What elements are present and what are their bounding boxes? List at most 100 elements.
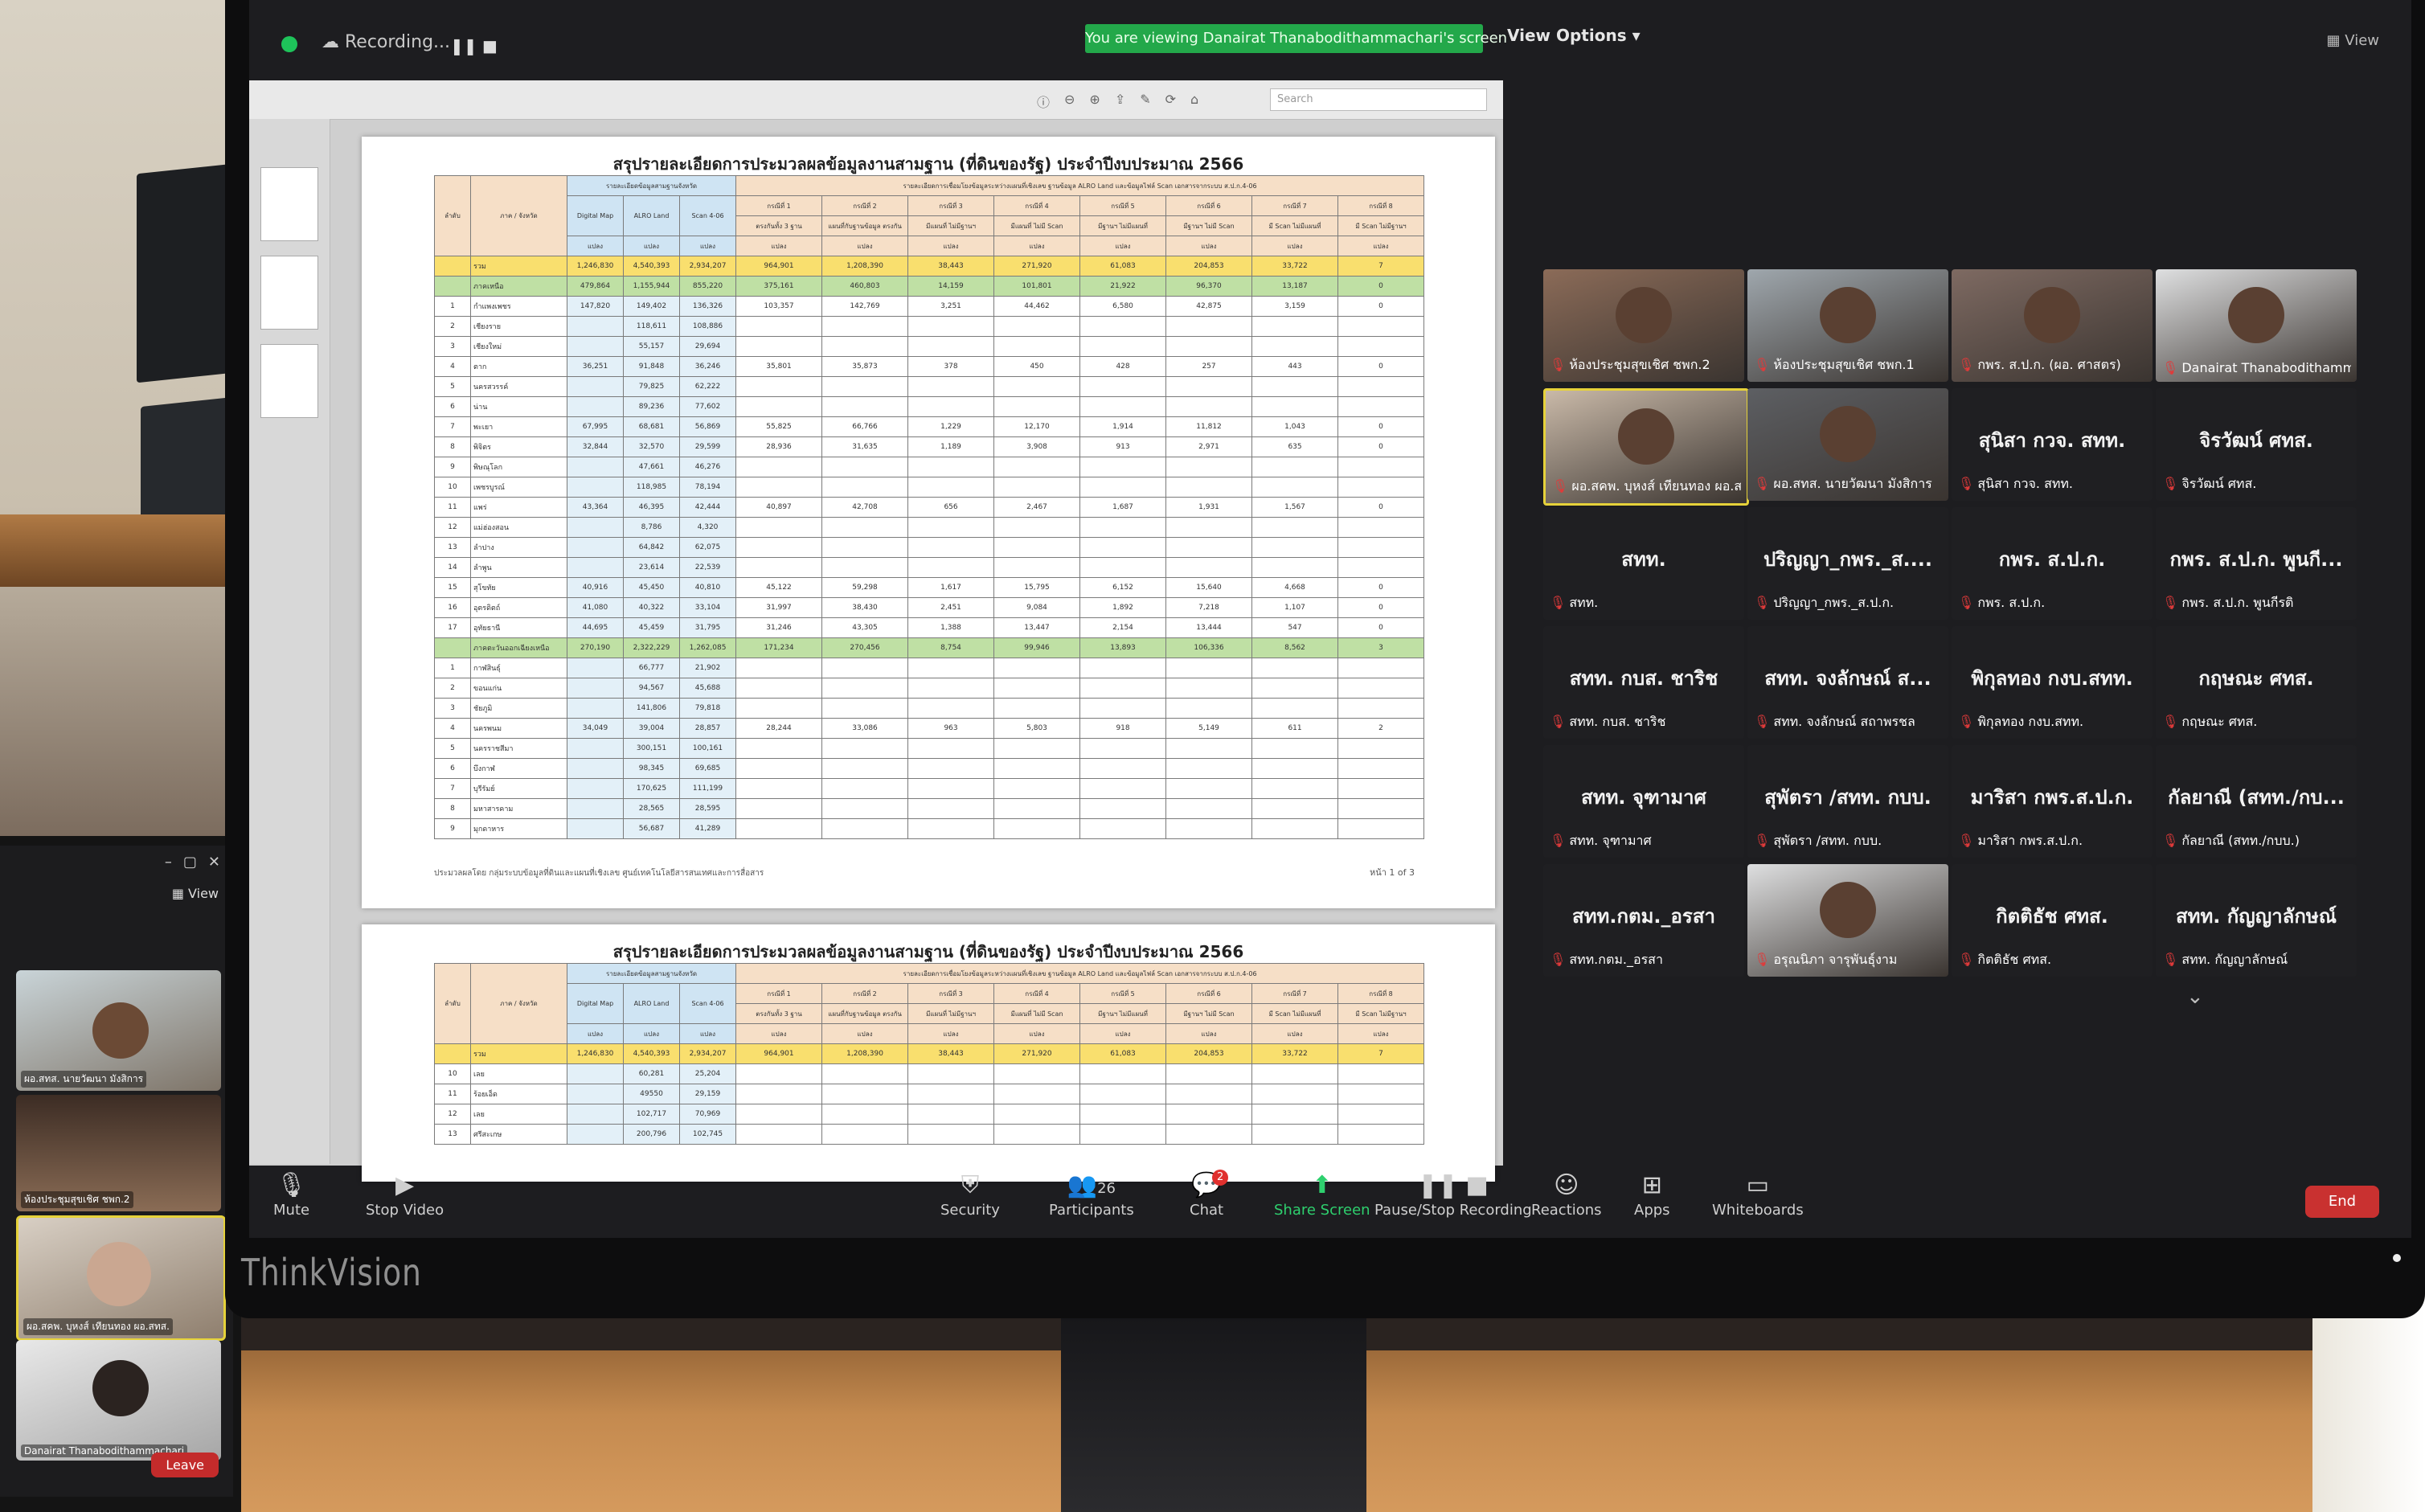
participant-tile[interactable]: สทท. จงลักษณ์ ส... 🎙 สทท. จงลักษณ์ สถาพรชล [1747, 626, 1948, 739]
row-value: 31,997 [735, 597, 823, 618]
laptop-screen: – ▢ ✕ ▦ View ผอ.สทส. นายวัฒนา มังสิการ ห… [0, 846, 233, 1497]
participant-tile[interactable]: 🎙 ห้องประชุมสุขเชิศ ชพก.1 [1747, 269, 1948, 382]
case-col-description: มี Scan ไม่มีฐานฯ [1337, 1003, 1425, 1024]
row-value: 0 [1337, 577, 1425, 598]
row-value [735, 477, 823, 498]
participant-tile[interactable]: กิตติธัช ศทส. 🎙 กิตติธัช ศทส. [1952, 864, 2153, 977]
pdf-search-input[interactable]: Search [1270, 88, 1487, 111]
participant-tile[interactable]: สทท. 🎙 สทท. [1543, 507, 1744, 620]
row-value: 34,049 [567, 718, 624, 739]
participant-name: สุนิสา กวจ. สทท. [1977, 476, 2074, 491]
row-value: 5,149 [1165, 718, 1253, 739]
rotate-icon[interactable]: ⟳ [1165, 92, 1176, 111]
participants-button[interactable]: 👥26 Participants [1049, 1170, 1134, 1219]
participant-tile[interactable]: พิกุลทอง กงบ.สทท. 🎙 พิกุลทอง กงบ.สทท. [1952, 626, 2153, 739]
participant-tile[interactable]: 🎙 อรุณนิภา จารุพันธุ์งาม [1747, 864, 1948, 977]
laptop-tile-1[interactable]: ผอ.สทส. นายวัฒนา มังสิการ [16, 970, 221, 1091]
participant-tile[interactable]: มาริสา กพร.ส.ป.ก. 🎙 มาริสา กพร.ส.ป.ก. [1952, 745, 2153, 858]
case-col-header: กรณีที่ 6 [1165, 195, 1253, 216]
info-icon[interactable]: ⓘ [1037, 92, 1050, 111]
maximize-icon[interactable]: ▢ [183, 854, 197, 871]
participant-tile[interactable]: กพร. ส.ป.ก. พูนกี... 🎙 กพร. ส.ป.ก. พูนกีรต… [2156, 507, 2357, 620]
muted-microphone-icon: 🎙 [1754, 952, 1771, 967]
participant-tile[interactable]: กฤษณะ ศทส. 🎙 กฤษณะ ศทส. [2156, 626, 2357, 739]
muted-microphone-icon: 🎙 [1958, 357, 1975, 372]
participant-name: สทท. จุฑามาศ [1569, 833, 1652, 848]
participant-name: ห้องประชุมสุขเชิศ ชพก.2 [1569, 357, 1710, 372]
view-button[interactable]: ▦ View [2327, 32, 2379, 49]
close-icon[interactable]: ✕ [208, 854, 220, 871]
participant-tile[interactable]: สุนิสา กวจ. สทท. 🎙 สุนิสา กวจ. สทท. [1952, 388, 2153, 501]
row-value [821, 376, 909, 397]
participant-tile[interactable]: กัลยาณี (สทท./กบ... 🎙 กัลยาณี (สทท./กบบ.) [2156, 745, 2357, 858]
row-value [993, 1084, 1081, 1104]
recording-indicator: ☁ Recording... [322, 32, 450, 52]
muted-microphone-icon: 🎙 [1550, 833, 1567, 848]
stop-video-button[interactable]: ▶ Stop Video [366, 1170, 444, 1219]
leave-button[interactable]: Leave [151, 1453, 219, 1477]
laptop-tile-4[interactable]: Danairat Thanabodithammachari [16, 1340, 221, 1461]
participant-name: Danairat Thanabodithamm... [2181, 360, 2351, 375]
stop-recording-icon[interactable]: ■ [482, 36, 498, 55]
row-value [1251, 517, 1339, 538]
chevron-down-icon[interactable]: ⌄ [2186, 985, 2204, 1009]
participant-tile[interactable]: 🎙ผอ.สคพ. บุหงส์ เทียนทอง ผอ.สทส. [1543, 388, 1749, 506]
case-col-header: กรณีที่ 2 [821, 195, 909, 216]
table-row: 1 กาฬสินธุ์ 66,777 21,902 [434, 658, 1425, 678]
chat-button[interactable]: 💬 2 Chat [1190, 1170, 1229, 1219]
participant-tile[interactable]: 🎙 ผอ.สทส. นายวัฒนา มังสิการ [1747, 388, 1948, 501]
minimize-icon[interactable]: – [165, 854, 172, 871]
row-value: 1,208,390 [821, 1043, 909, 1064]
markup-icon[interactable]: ✎ [1140, 92, 1150, 111]
end-meeting-button[interactable]: End [2305, 1186, 2379, 1218]
pause-stop-recording-button[interactable]: ❚❚ ■ Pause/Stop Recording [1374, 1170, 1532, 1219]
page-thumbnail[interactable] [260, 256, 318, 330]
laptop-view-button[interactable]: ▦ View [172, 886, 219, 901]
security-button[interactable]: ⛨ Security [940, 1170, 1000, 1219]
participant-tile[interactable]: 🎙 ห้องประชุมสุขเชิศ ชพก.2 [1543, 269, 1744, 382]
row-province: รวม [470, 256, 567, 277]
table-row: 2 เชียงราย 118,611 108,886 [434, 316, 1425, 337]
participant-tile[interactable]: สทท.กตม._อรสา 🎙 สทท.กตม._อรสา [1543, 864, 1744, 977]
view-options-dropdown[interactable]: View Options ▾ [1507, 26, 1641, 45]
share-icon[interactable]: ⇪ [1115, 92, 1125, 111]
zoom-window: ☁ Recording... ❚❚ ■ You are viewing Dana… [249, 0, 2411, 1238]
row-value: 68,681 [623, 416, 680, 437]
reactions-button[interactable]: ☺ Reactions [1531, 1170, 1602, 1219]
participant-tile[interactable]: 🎙 Danairat Thanabodithamm... [2156, 269, 2357, 382]
whiteboards-button[interactable]: ▭ Whiteboards [1712, 1170, 1804, 1219]
row-value [907, 1063, 995, 1084]
row-value: 149,402 [623, 296, 680, 317]
participant-tile[interactable]: สทท. กบส. ชาริช 🎙 สทท. กบส. ชาริช [1543, 626, 1744, 739]
zoom-in-icon[interactable]: ⊕ [1089, 92, 1100, 111]
laptop-tile-name: ผอ.สคพ. บุหงส์ เทียนทอง ผอ.สทส. [23, 1318, 173, 1335]
apps-button[interactable]: ⊞ Apps [1634, 1170, 1670, 1219]
page-thumbnail[interactable] [260, 167, 318, 241]
participant-tile[interactable]: กพร. ส.ป.ก. 🎙 กพร. ส.ป.ก. [1952, 507, 2153, 620]
case-col-description: มี Scan ไม่มีแผนที่ [1251, 1003, 1339, 1024]
share-screen-button[interactable]: ⬆ Share Screen [1274, 1170, 1370, 1219]
pause-recording-icon[interactable]: ❚❚ [450, 36, 477, 55]
background-monitor-2 [141, 396, 233, 528]
page-thumbnail[interactable] [260, 344, 318, 418]
laptop-tile-2[interactable]: ห้องประชุมสุขเชิศ ชพก.2 [16, 1095, 221, 1211]
row-value [907, 557, 995, 578]
participant-tile[interactable]: สทท. กัญญาลักษณ์ 🎙 สทท. กัญญาลักษณ์ [2156, 864, 2357, 977]
row-value [1079, 778, 1167, 799]
participant-tile[interactable]: สุพัตรา /สทท. กบบ. 🎙 สุพัตรา /สทท. กบบ. [1747, 745, 1948, 858]
participants-count: 26 [1097, 1180, 1116, 1197]
mute-button[interactable]: 🎙 Mute [273, 1170, 309, 1219]
participant-tile[interactable]: จิรวัฒน์ ศทส. 🎙 จิรวัฒน์ ศทส. [2156, 388, 2357, 501]
row-value [1079, 1124, 1167, 1145]
row-value [907, 537, 995, 558]
row-value: 38,443 [907, 1043, 995, 1064]
row-value [1251, 1124, 1339, 1145]
participant-tile[interactable]: ปริญญา_กพร._ส.... 🎙 ปริญญา_กพร._ส.ป.ก. [1747, 507, 1948, 620]
row-value: 79,818 [678, 698, 737, 719]
annotate-icon[interactable]: ⌂ [1190, 92, 1198, 111]
laptop-tile-3[interactable]: ผอ.สคพ. บุหงส์ เทียนทอง ผอ.สทส. [16, 1215, 226, 1341]
participant-tile[interactable]: 🎙 กพร. ส.ป.ก. (ผอ. ศาสตร) [1952, 269, 2153, 382]
zoom-out-icon[interactable]: ⊖ [1064, 92, 1075, 111]
participant-tile[interactable]: สทท. จุฑามาศ 🎙 สทท. จุฑามาศ [1543, 745, 1744, 858]
row-value: 40,897 [735, 497, 823, 518]
